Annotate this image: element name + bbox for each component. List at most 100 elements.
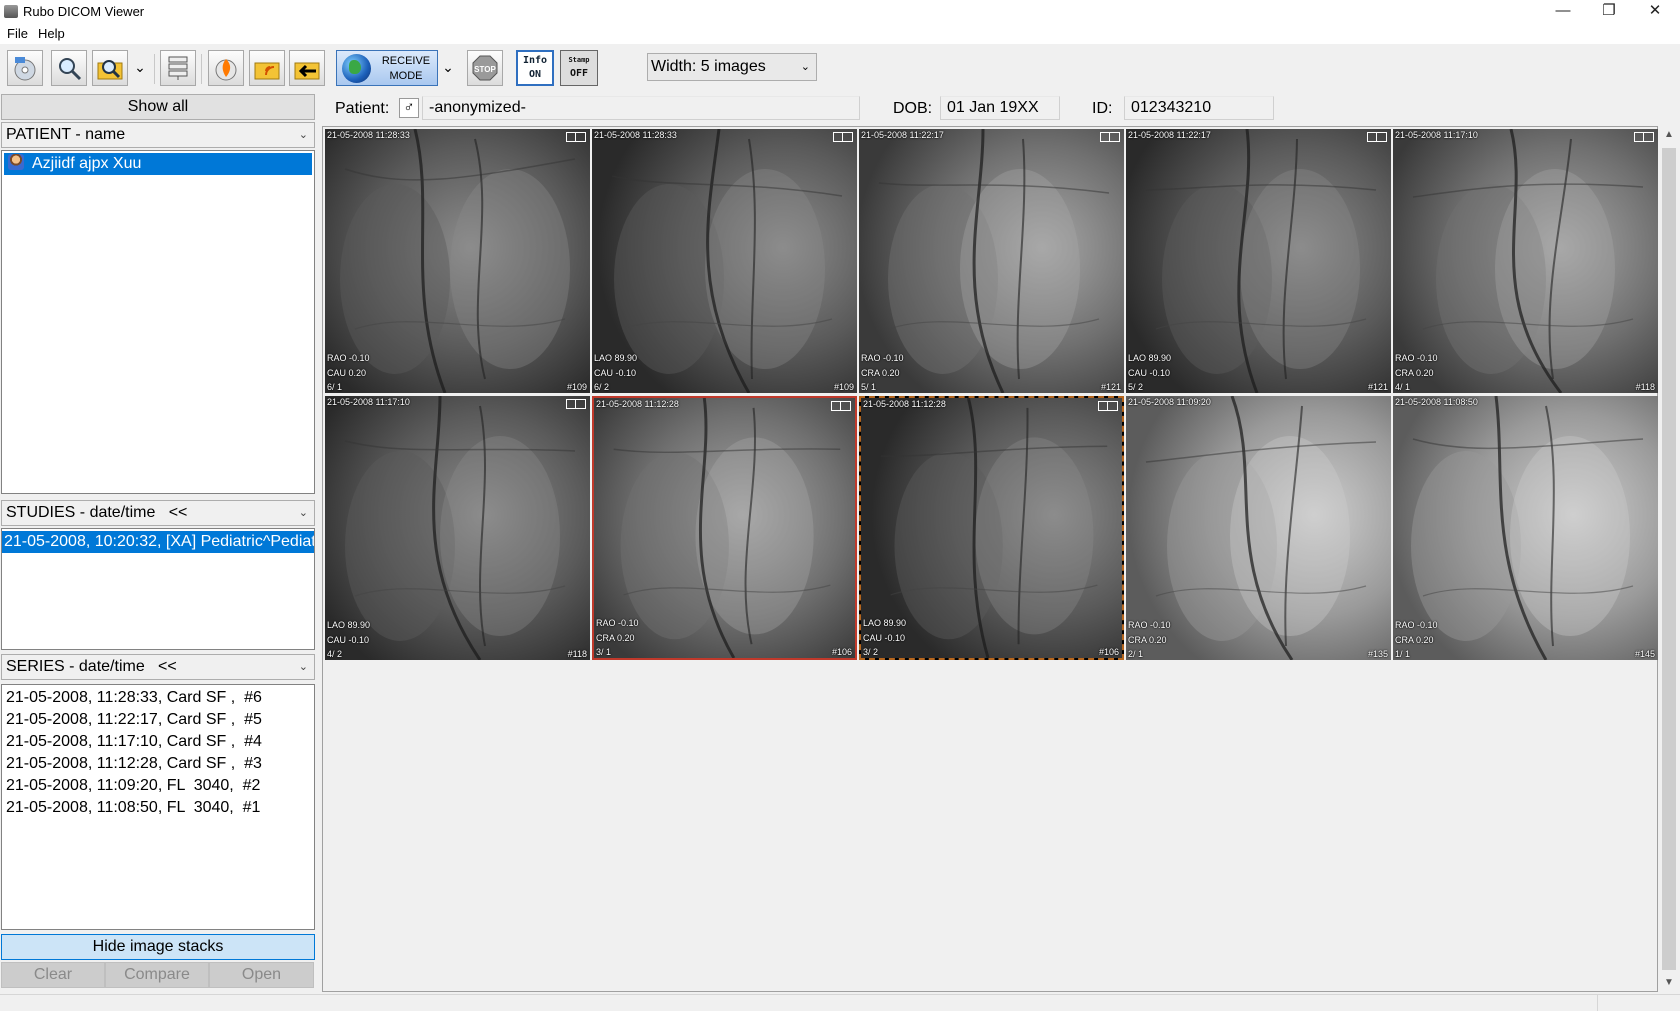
image-thumbnail[interactable]: 21-05-2008 11:22:17 LAO 89.90 CAU -0.10 5/ … bbox=[1126, 129, 1391, 393]
image-thumbnail[interactable]: 21-05-2008 11:12:28 RAO -0.10 CRA 0.20 3/ 1… bbox=[592, 396, 857, 660]
image-stack-icon[interactable] bbox=[833, 132, 853, 142]
image-angle2-label: CRA 0.20 bbox=[596, 633, 635, 643]
studies-list[interactable]: 21-05-2008, 10:20:32, [XA] Pediatric^Ped… bbox=[1, 528, 315, 650]
patient-sort-select[interactable]: PATIENT - name ⌄ bbox=[1, 122, 315, 148]
search-folder-button[interactable] bbox=[92, 50, 128, 86]
image-angle-label: LAO 89.90 bbox=[327, 620, 371, 630]
image-grid: 21-05-2008 11:28:33 RAO -0.10 CAU 0.20 6/ 1… bbox=[322, 126, 1658, 992]
image-index-label: 6/ 1 bbox=[327, 382, 343, 392]
open-button[interactable]: Open bbox=[209, 962, 314, 988]
series-row[interactable]: 21-05-2008, 11:17:10, Card SF , #4 bbox=[2, 731, 314, 753]
image-thumbnail[interactable]: 21-05-2008 11:28:33 RAO -0.10 CAU 0.20 6/ 1… bbox=[325, 129, 590, 393]
more-icon[interactable]: ⌄ bbox=[130, 50, 150, 86]
image-thumbnail[interactable]: 21-05-2008 11:17:10 RAO -0.10 CRA 0.20 4/ 1… bbox=[1393, 129, 1658, 393]
image-stack-icon[interactable] bbox=[566, 399, 586, 409]
studies-sort-select[interactable]: STUDIES - date/time << ⌄ bbox=[1, 500, 315, 526]
close-button[interactable]: ✕ bbox=[1632, 0, 1678, 24]
menu-help[interactable]: Help bbox=[38, 26, 65, 41]
image-frame-count: #135 bbox=[1367, 649, 1388, 659]
search-folder-icon bbox=[97, 60, 123, 80]
image-angle-label: RAO -0.10 bbox=[1395, 353, 1438, 363]
scroll-down-icon[interactable]: ▼ bbox=[1658, 974, 1680, 992]
burn-cd-button[interactable] bbox=[208, 50, 244, 86]
minimize-button[interactable]: — bbox=[1540, 0, 1586, 24]
image-angle-label: LAO 89.90 bbox=[1128, 353, 1172, 363]
compare-button[interactable]: Compare bbox=[105, 962, 209, 988]
receive-mode-line1: RECEIVE bbox=[381, 55, 431, 67]
clear-button[interactable]: Clear bbox=[1, 962, 105, 988]
image-thumbnail[interactable]: 21-05-2008 11:12:28 LAO 89.90 CAU -0.10 3/ … bbox=[859, 396, 1124, 660]
image-stack-icon[interactable] bbox=[566, 132, 586, 142]
patient-list[interactable]: Azjiidf ajpx Xuu bbox=[1, 150, 315, 494]
stamp-state: OFF bbox=[569, 68, 589, 79]
network-button[interactable] bbox=[160, 50, 196, 86]
patient-info-bar: Patient: ♂ -anonymized- DOB: 01 Jan 19XX… bbox=[322, 92, 1680, 124]
series-row[interactable]: 21-05-2008, 11:12:28, Card SF , #3 bbox=[2, 753, 314, 775]
image-frame-count: #106 bbox=[831, 647, 852, 657]
patient-row[interactable]: Azjiidf ajpx Xuu bbox=[4, 153, 312, 175]
info-on-button[interactable]: Info ON bbox=[516, 50, 554, 86]
export-folder-button[interactable] bbox=[289, 50, 325, 86]
receive-mode-line2: MODE bbox=[389, 70, 423, 82]
image-date-label: 21-05-2008 11:08:50 bbox=[1395, 397, 1478, 407]
image-frame-count: #106 bbox=[1098, 647, 1119, 657]
image-date-label: 21-05-2008 11:12:28 bbox=[596, 399, 679, 409]
image-angle-label: RAO -0.10 bbox=[1395, 620, 1438, 630]
send-folder-icon bbox=[254, 62, 280, 80]
studies-sort-label: STUDIES - date/time << bbox=[6, 504, 188, 521]
image-stack-icon[interactable] bbox=[1100, 132, 1120, 142]
image-date-label: 21-05-2008 11:17:10 bbox=[1395, 130, 1478, 140]
chevron-down-icon: ⌄ bbox=[298, 129, 308, 141]
stamp-off-icon: Stamp OFF bbox=[568, 54, 589, 79]
stop-icon: STOP bbox=[472, 55, 498, 81]
image-angle-label: RAO -0.10 bbox=[327, 353, 370, 363]
viewer-scrollbar[interactable]: ▲ ▼ bbox=[1658, 126, 1680, 992]
stamp-off-button[interactable]: Stamp OFF bbox=[560, 50, 598, 86]
image-frame-count: #121 bbox=[1367, 382, 1388, 392]
globe-icon bbox=[342, 54, 371, 83]
image-stack-icon[interactable] bbox=[1098, 401, 1118, 411]
chevron-down-icon: ⌄ bbox=[298, 507, 308, 519]
image-thumbnail[interactable]: 21-05-2008 11:22:17 RAO -0.10 CRA 0.20 5/ 1… bbox=[859, 129, 1124, 393]
stop-label: STOP bbox=[474, 65, 496, 74]
image-thumbnail[interactable]: 21-05-2008 11:28:33 LAO 89.90 CAU -0.10 6/ … bbox=[592, 129, 857, 393]
restore-button[interactable]: ❐ bbox=[1586, 0, 1632, 24]
image-thumbnail[interactable]: 21-05-2008 11:17:10 LAO 89.90 CAU -0.10 4/ … bbox=[325, 396, 590, 660]
image-stack-icon[interactable] bbox=[1634, 132, 1654, 142]
show-all-button[interactable]: Show all bbox=[1, 94, 315, 120]
image-angle2-label: CRA 0.20 bbox=[1395, 368, 1434, 378]
dicom-cd-icon bbox=[14, 57, 36, 81]
scroll-thumb[interactable] bbox=[1662, 148, 1676, 970]
image-thumbnail[interactable]: 21-05-2008 11:08:50 RAO -0.10 CRA 0.20 1/ 1… bbox=[1393, 396, 1658, 660]
image-index-label: 2/ 1 bbox=[1128, 649, 1144, 659]
image-index-label: 5/ 1 bbox=[861, 382, 877, 392]
info-on-icon: Info ON bbox=[523, 55, 547, 80]
series-row[interactable]: 21-05-2008, 11:28:33, Card SF , #6 bbox=[2, 687, 314, 709]
app-icon bbox=[4, 5, 18, 18]
width-select[interactable]: Width: 5 images ⌄ bbox=[647, 53, 817, 81]
stop-button[interactable]: STOP bbox=[467, 50, 503, 86]
chevron-down-icon: ⌄ bbox=[298, 661, 308, 673]
series-row[interactable]: 21-05-2008, 11:08:50, FL 3040, #1 bbox=[2, 797, 314, 819]
image-thumbnail[interactable]: 21-05-2008 11:09:20 RAO -0.10 CRA 0.20 2/ 1… bbox=[1126, 396, 1391, 660]
series-row[interactable]: 21-05-2008, 11:22:17, Card SF , #5 bbox=[2, 709, 314, 731]
image-stack-icon[interactable] bbox=[1367, 132, 1387, 142]
send-folder-button[interactable] bbox=[249, 50, 285, 86]
dicom-cd-button[interactable] bbox=[7, 50, 43, 86]
receive-options-icon[interactable]: ⌄ bbox=[438, 50, 458, 86]
series-sort-label: SERIES - date/time << bbox=[6, 658, 177, 675]
export-folder-icon bbox=[294, 62, 320, 80]
receive-mode-button[interactable]: RECEIVE MODE bbox=[336, 50, 438, 86]
image-stack-icon[interactable] bbox=[831, 401, 851, 411]
scroll-up-icon[interactable]: ▲ bbox=[1658, 126, 1680, 144]
search-local-button[interactable] bbox=[51, 50, 87, 86]
hide-image-stacks-button[interactable]: Hide image stacks bbox=[1, 934, 315, 960]
title-bar: Rubo DICOM Viewer — ❐ ✕ bbox=[0, 0, 1680, 24]
menu-file[interactable]: File bbox=[7, 26, 28, 41]
separator bbox=[201, 54, 202, 84]
study-row[interactable]: 21-05-2008, 10:20:32, [XA] Pediatric^Ped… bbox=[2, 530, 314, 554]
series-list[interactable]: 21-05-2008, 11:28:33, Card SF , #6 21-05… bbox=[1, 684, 315, 930]
series-row[interactable]: 21-05-2008, 11:09:20, FL 3040, #2 bbox=[2, 775, 314, 797]
image-angle2-label: CRA 0.20 bbox=[1128, 635, 1167, 645]
series-sort-select[interactable]: SERIES - date/time << ⌄ bbox=[1, 654, 315, 680]
